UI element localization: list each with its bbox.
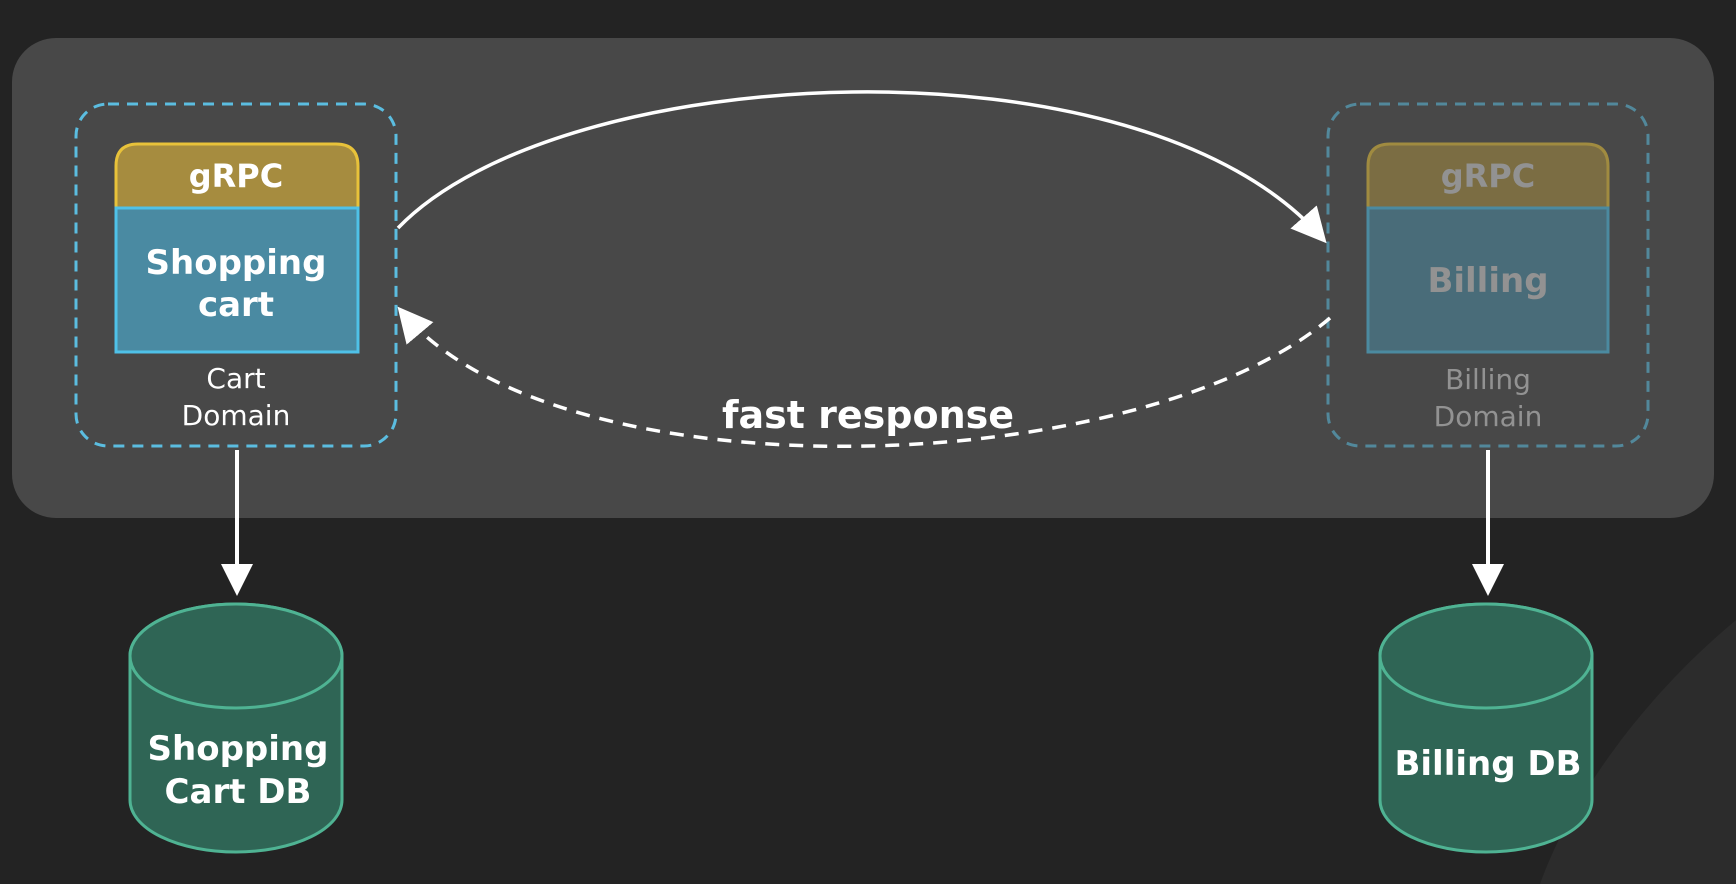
cart-grpc-label: gRPC xyxy=(189,157,283,195)
diagram-canvas: gRPC Shopping cart Cart Domain gRPC Bill… xyxy=(0,0,1736,884)
shopping-cart-label-line2: cart xyxy=(198,285,274,325)
billing-grpc-label: gRPC xyxy=(1441,157,1535,195)
fast-response-label: fast response xyxy=(722,393,1014,437)
billing-db-top xyxy=(1378,602,1594,710)
architecture-diagram: gRPC Shopping cart Cart Domain gRPC Bill… xyxy=(12,38,1736,884)
billing-service-label: Billing xyxy=(1427,261,1548,301)
shopping-cart-db-label-line2: Cart DB xyxy=(165,772,312,812)
shopping-cart-db-top xyxy=(128,602,344,710)
billing-db-label: Billing DB xyxy=(1394,744,1581,784)
cart-domain-label-line1: Cart xyxy=(206,362,265,395)
cart-domain-label-line2: Domain xyxy=(182,399,291,432)
shopping-cart-db-label-line1: Shopping xyxy=(148,729,329,769)
billing-domain-label-line1: Billing xyxy=(1445,363,1531,396)
billing-domain-label-line2: Domain xyxy=(1434,400,1543,433)
shopping-cart-db[interactable]: Shopping Cart DB xyxy=(128,602,344,854)
shopping-cart-label-line1: Shopping xyxy=(146,243,327,283)
billing-db[interactable]: Billing DB xyxy=(1378,602,1594,854)
